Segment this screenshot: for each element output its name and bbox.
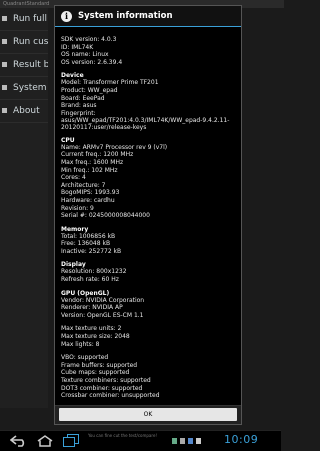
menu-item-label: Run cus <box>13 37 48 47</box>
info-line: Vendor: NVIDIA Corporation <box>61 296 145 304</box>
dialog-body: SDK version: 4.0.3 ID: IML74K OS name: Lin… <box>55 27 241 400</box>
notification-tray[interactable] <box>172 438 201 444</box>
info-line: Texture combiners: supported <box>61 377 151 384</box>
dialog-title: System information <box>78 11 173 21</box>
menu-item-label: Result b <box>13 60 48 70</box>
system-info-dialog: i System information SDK version: 4.0.3 I… <box>54 5 242 425</box>
info-line: ID: IML74K <box>61 43 94 51</box>
info-line: Free: 136048 kB <box>61 240 111 248</box>
info-line: Version: OpenGL ES-CM 1.1 <box>61 311 144 319</box>
info-line: Max texture size: 2048 <box>61 333 130 341</box>
run-icon <box>2 39 7 44</box>
info-line: Cores: 4 <box>61 174 86 182</box>
menu-item-about[interactable]: About <box>0 100 48 123</box>
menu-item-run-full[interactable]: Run full <box>0 8 48 31</box>
info-line: Max texture units: 2 <box>61 325 122 333</box>
main-menu: Run full Run cus Result b System About <box>0 8 48 408</box>
section-title: CPU <box>61 136 75 144</box>
info-line: Max lights: 8 <box>61 340 100 348</box>
menu-item-system[interactable]: System <box>0 77 48 100</box>
info-line: Frame buffers: supported <box>61 361 138 369</box>
info-line: Inactive: 252772 kB <box>61 247 122 255</box>
info-line: Max freq.: 1600 MHz <box>61 158 124 166</box>
info-line: Name: ARMv7 Processor rev 9 (v7l) <box>61 143 168 151</box>
info-line: Architecture: 7 <box>61 181 106 189</box>
section-title: Display <box>61 261 86 269</box>
info-line: BogoMIPS: 1993.93 <box>61 189 120 197</box>
info-line: Resolution: 800x1232 <box>61 268 127 276</box>
info-line: Serial #: 0245000008044000 <box>61 212 150 220</box>
menu-item-results[interactable]: Result b <box>0 54 48 77</box>
info-line: Board: EeePad <box>61 94 105 102</box>
wifi-icon <box>188 438 193 444</box>
info-icon: i <box>61 10 72 22</box>
info-line: Min freq.: 102 MHz <box>61 166 118 174</box>
usb-icon <box>180 438 185 444</box>
info-line: SDK version: 4.0.3 <box>61 36 117 43</box>
menu-item-label: About <box>13 106 40 116</box>
question-icon <box>2 108 7 113</box>
info-line: Total: 1006856 kB <box>61 232 116 240</box>
info-line: Revision: 9 <box>61 204 94 212</box>
results-icon <box>2 62 7 67</box>
dialog-button-bar: OK <box>55 405 241 424</box>
home-icon[interactable] <box>37 435 53 447</box>
system-icon <box>2 85 7 90</box>
clock[interactable]: 10:09 <box>224 433 258 446</box>
back-icon[interactable] <box>10 435 28 447</box>
app-title: QuadrantStandard <box>3 1 50 7</box>
info-line: DOT3 combiner: supported <box>61 384 143 392</box>
run-icon <box>2 16 7 21</box>
info-line: Hardware: cardhu <box>61 196 115 204</box>
section-title: Memory <box>61 225 89 233</box>
info-line: Model: Transformer Prime TF201 <box>61 79 159 87</box>
info-line: Refresh rate: 60 Hz <box>61 276 119 284</box>
info-line: Renderer: NVIDIA AP <box>61 304 123 312</box>
menu-item-run-custom[interactable]: Run cus <box>0 31 48 54</box>
menu-item-label: System <box>13 83 47 93</box>
info-line: OS version: 2.6.39.4 <box>61 58 123 66</box>
info-line: Fingerprint: asus/WW_epad/TF201:4.0.3/IM… <box>61 109 230 131</box>
info-line: Product: WW_epad <box>61 86 118 94</box>
info-line: Cube maps: supported <box>61 369 130 377</box>
menu-item-label: Run full <box>13 14 47 24</box>
dialog-header: i System information <box>55 6 241 27</box>
system-nav-bar: You can fine cut the test/compare! 10:09 <box>0 430 281 451</box>
recent-apps-icon[interactable] <box>63 434 79 447</box>
battery-icon <box>196 438 201 444</box>
info-line: Current freq.: 1200 MHz <box>61 151 134 159</box>
info-line: Brand: asus <box>61 102 97 110</box>
status-message: You can fine cut the test/compare! <box>88 433 158 438</box>
android-icon <box>172 438 177 444</box>
info-line: OS name: Linux <box>61 51 109 59</box>
info-line: Crossbar combiner: unsupported <box>61 392 160 400</box>
section-title: Device <box>61 72 84 80</box>
section-title: GPU (OpenGL) <box>61 289 110 297</box>
info-line: VBO: supported <box>61 354 109 362</box>
ok-button[interactable]: OK <box>59 408 237 421</box>
